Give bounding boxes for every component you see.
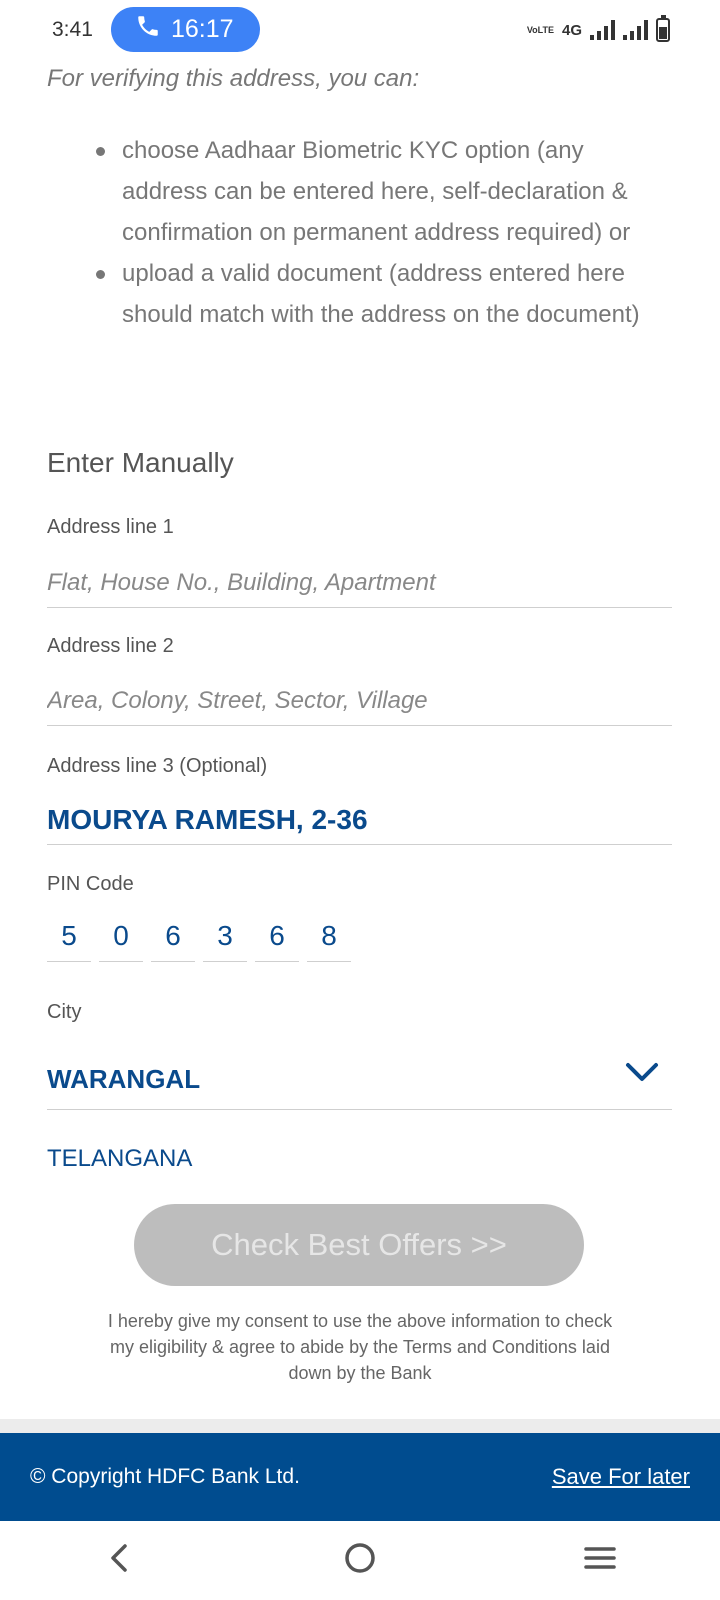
pin-digit[interactable] xyxy=(203,910,247,962)
screen: 3:41 16:17 VoLTE 4G For verifying this a… xyxy=(0,0,720,1600)
address-line-2-input[interactable] xyxy=(47,676,672,726)
status-time: 3:41 xyxy=(52,18,93,41)
address-line-2-label: Address line 2 xyxy=(47,635,174,657)
phone-icon xyxy=(135,13,161,46)
city-selected-value: WARANGAL xyxy=(47,1064,201,1094)
list-item: upload a valid document (address entered… xyxy=(94,253,654,335)
network-type: 4G xyxy=(561,21,582,39)
copyright-text: © Copyright HDFC Bank Ltd. xyxy=(30,1465,300,1488)
consent-text: I hereby give my consent to use the abov… xyxy=(107,1311,613,1383)
section-title: Enter Manually xyxy=(47,447,234,478)
city-label: City xyxy=(47,1001,82,1023)
save-for-later-link[interactable]: Save For later xyxy=(552,1464,690,1490)
pin-digit[interactable] xyxy=(99,910,143,962)
pin-digit[interactable] xyxy=(151,910,195,962)
status-icons: VoLTE 4G xyxy=(526,15,670,42)
footer: © Copyright HDFC Bank Ltd. Save For late… xyxy=(0,1433,720,1521)
pin-digit[interactable] xyxy=(255,910,299,962)
address-line-3-input[interactable] xyxy=(47,795,672,845)
address-line-1-label: Address line 1 xyxy=(47,516,174,538)
home-icon[interactable] xyxy=(340,1538,380,1583)
address-line-1-input[interactable] xyxy=(47,558,672,608)
check-best-offers-button[interactable]: Check Best Offers >> xyxy=(134,1204,584,1286)
pin-code-label: PIN Code xyxy=(47,873,134,895)
back-icon[interactable] xyxy=(100,1538,140,1583)
status-bar: 3:41 16:17 VoLTE 4G xyxy=(0,0,720,60)
verification-options-list: choose Aadhaar Biometric KYC option (any… xyxy=(94,130,654,335)
city-dropdown[interactable]: WARANGAL xyxy=(47,1050,672,1110)
verification-intro: For verifying this address, you can: xyxy=(47,65,420,92)
signal-icon xyxy=(623,20,648,40)
system-nav-bar xyxy=(0,1521,720,1600)
volte-indicator: VoLTE xyxy=(526,25,554,35)
battery-icon xyxy=(656,15,670,42)
list-item: choose Aadhaar Biometric KYC option (any… xyxy=(94,130,654,253)
pin-digit[interactable] xyxy=(307,910,351,962)
divider xyxy=(0,1419,720,1433)
signal-icon xyxy=(590,20,615,40)
pin-code-input xyxy=(47,910,351,962)
chevron-down-icon xyxy=(624,1062,672,1089)
pin-digit[interactable] xyxy=(47,910,91,962)
ongoing-call-pill[interactable]: 16:17 xyxy=(111,7,260,52)
address-line-3-label: Address line 3 (Optional) xyxy=(47,755,268,777)
state-value: TELANGANA xyxy=(47,1145,193,1172)
recents-icon[interactable] xyxy=(580,1538,620,1583)
call-timer: 16:17 xyxy=(171,15,234,43)
